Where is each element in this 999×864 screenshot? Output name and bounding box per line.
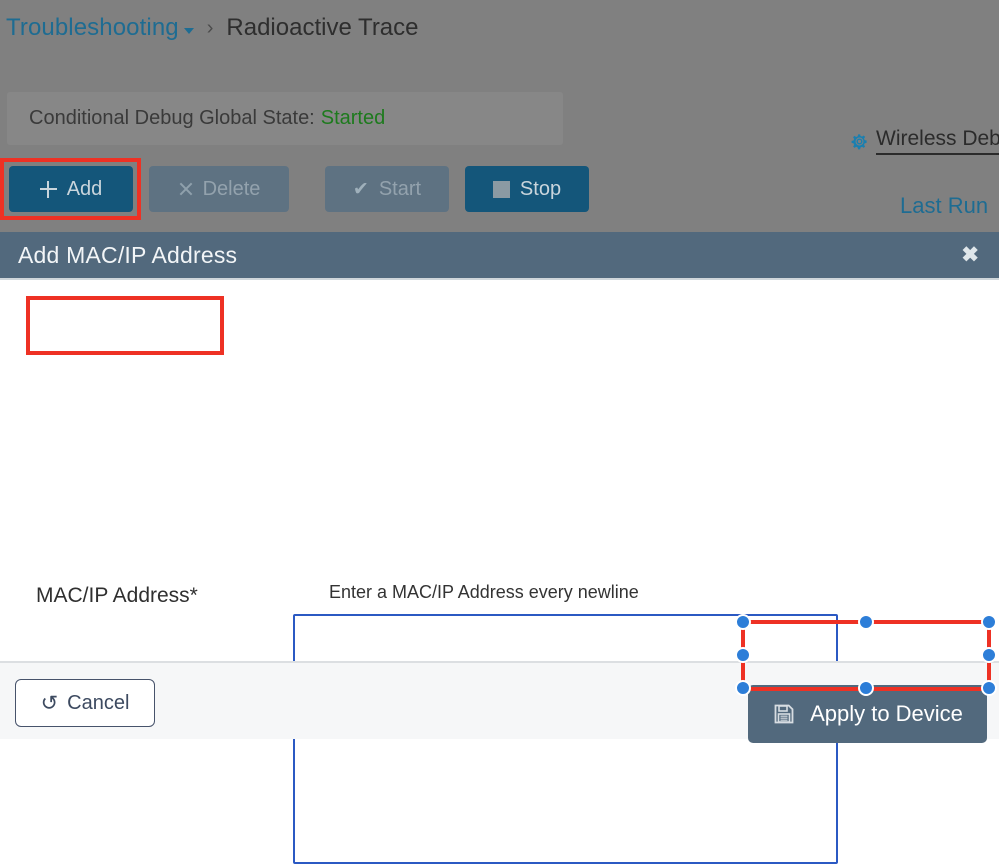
dialog-footer: ↺ Cancel Apply to Device [0, 661, 999, 743]
wireless-debug-link[interactable]: Wireless Deb [850, 127, 999, 155]
wireless-debug-label: Wireless Deb [876, 127, 999, 155]
cancel-button[interactable]: ↺ Cancel [15, 679, 155, 727]
add-mac-ip-address-dialog: Add MAC/IP Address ✖ MAC/IP Address* Ent… [0, 232, 999, 864]
x-icon [178, 182, 193, 197]
page-backdrop-overlay: Troubleshooting › Radioactive Trace Cond… [0, 0, 999, 232]
stop-button[interactable]: Stop [465, 166, 589, 212]
start-button-label: Start [378, 177, 422, 200]
stop-square-icon [492, 180, 510, 198]
breadcrumb: Troubleshooting › Radioactive Trace [6, 14, 419, 42]
status-badge: Started [320, 107, 386, 129]
undo-icon: ↺ [40, 691, 59, 715]
dialog-body: MAC/IP Address* Enter a MAC/IP Address e… [0, 280, 999, 864]
chevron-down-icon[interactable] [183, 28, 194, 34]
add-button[interactable]: Add [9, 166, 133, 212]
dialog-header: Add MAC/IP Address ✖ [0, 232, 999, 278]
add-button-label: Add [66, 177, 103, 200]
close-icon[interactable]: ✖ [955, 241, 985, 270]
check-icon: ✔ [352, 178, 369, 200]
save-icon [774, 704, 794, 724]
page-title: Radioactive Trace [226, 14, 419, 41]
last-run-link[interactable]: Last Run [900, 193, 988, 219]
cancel-button-label: Cancel [67, 691, 130, 714]
start-button[interactable]: ✔ Start [325, 166, 449, 212]
mac-ip-address-hint: Enter a MAC/IP Address every newline [329, 582, 639, 602]
action-toolbar: Add Delete ✔ Start Stop [9, 166, 589, 212]
conditional-debug-state-label: Conditional Debug Global State: [29, 107, 315, 129]
stop-button-label: Stop [519, 177, 562, 200]
delete-button[interactable]: Delete [149, 166, 289, 212]
breadcrumb-separator: › [206, 16, 214, 39]
apply-to-device-button[interactable]: Apply to Device [748, 685, 987, 743]
mac-ip-address-label: MAC/IP Address* [36, 584, 198, 607]
plus-icon [39, 180, 57, 198]
conditional-debug-state-panel: Conditional Debug Global State: Started [7, 92, 563, 145]
dialog-title: Add MAC/IP Address [18, 241, 238, 268]
delete-button-label: Delete [202, 177, 261, 200]
apply-to-device-label: Apply to Device [810, 701, 963, 726]
gear-icon [851, 133, 867, 149]
breadcrumb-parent-link[interactable]: Troubleshooting [6, 14, 179, 42]
